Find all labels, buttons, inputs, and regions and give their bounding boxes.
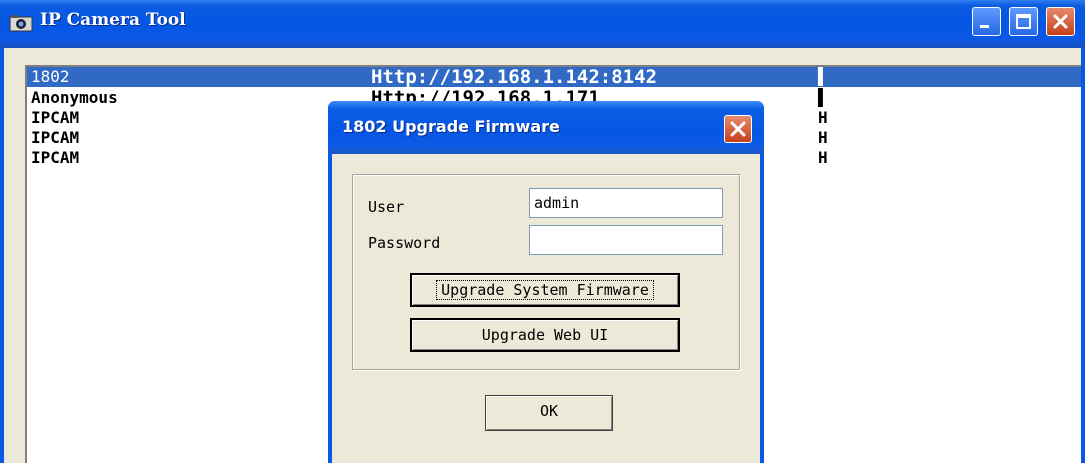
upgrade-system-firmware-label: Upgrade System Firmware (436, 280, 654, 300)
upgrade-system-firmware-button[interactable]: Upgrade System Firmware (410, 273, 680, 307)
password-label: Password (368, 234, 441, 252)
close-icon (730, 121, 746, 137)
minimize-icon (980, 25, 989, 28)
app-title: IP Camera Tool (40, 10, 186, 30)
dialog-title: 1802 Upgrade Firmware (342, 117, 560, 136)
dialog-close-button[interactable] (724, 115, 752, 143)
camera-name: IPCAM (31, 108, 80, 127)
dialog-title-bar[interactable]: 1802 Upgrade Firmware (328, 101, 764, 154)
main-title-bar[interactable]: IP Camera Tool (0, 0, 1085, 48)
maximize-icon (1016, 14, 1031, 29)
camera-status: ▌ (818, 88, 828, 107)
camera-status: H (818, 128, 828, 147)
camera-status: H (818, 148, 828, 167)
camera-name: Anonymous (31, 88, 118, 107)
camera-name: 1802 (31, 67, 70, 86)
window-frame-right (1081, 48, 1085, 463)
camera-row[interactable]: 1802 Http://192.168.1.142:8142 ▌ (27, 67, 1081, 87)
camera-url: Http://192.168.1.142:8142 (371, 66, 657, 88)
ok-button[interactable]: OK (485, 395, 613, 431)
camera-name: IPCAM (31, 148, 80, 167)
minimize-button[interactable] (972, 7, 1001, 36)
user-field[interactable]: admin (529, 188, 723, 218)
upgrade-firmware-dialog: 1802 Upgrade Firmware User admin Passwor… (328, 101, 764, 463)
ip-camera-app-icon (9, 13, 33, 33)
upgrade-web-ui-button[interactable]: Upgrade Web UI (410, 318, 680, 352)
dialog-body: User admin Password Upgrade System Firmw… (332, 154, 760, 463)
close-icon (1053, 14, 1068, 29)
password-field[interactable] (529, 225, 723, 255)
camera-status: ▌ (818, 67, 828, 86)
camera-name: IPCAM (31, 128, 80, 147)
maximize-button[interactable] (1009, 7, 1038, 36)
camera-status: H (818, 108, 828, 127)
close-button[interactable] (1046, 7, 1075, 36)
user-label: User (368, 198, 405, 216)
